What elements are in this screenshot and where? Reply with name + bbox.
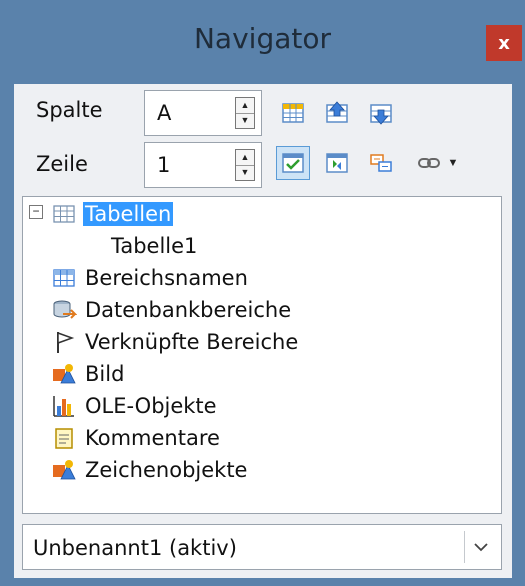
row-value[interactable]: 1 xyxy=(157,153,170,177)
end-button[interactable] xyxy=(364,96,398,130)
tree-item-label: Tabellen xyxy=(83,202,174,226)
close-button[interactable]: x xyxy=(486,25,522,61)
row-label: Zeile xyxy=(36,152,88,176)
document-select-dropdown-button[interactable] xyxy=(464,531,497,563)
column-increment-button[interactable]: ▲ xyxy=(236,98,254,114)
table-icon xyxy=(53,205,75,223)
drawing-objects-icon xyxy=(53,460,76,480)
tree-item-label: Verknüpfte Bereiche xyxy=(85,330,299,354)
range-names-icon xyxy=(53,269,75,287)
content-view-button[interactable] xyxy=(276,146,310,180)
data-range-button[interactable] xyxy=(276,96,310,130)
tree-item-label: Datenbankbereiche xyxy=(85,298,292,322)
link-icon xyxy=(417,158,440,168)
tree-item-sheet1[interactable]: Tabelle1 xyxy=(103,231,199,261)
linked-area-flag-icon xyxy=(57,331,75,353)
close-icon: x xyxy=(498,32,510,54)
drag-mode-button[interactable]: ▼ xyxy=(410,146,464,180)
tree-item-label: Bild xyxy=(85,362,125,386)
tree-item-database-ranges[interactable]: Datenbankbereiche xyxy=(51,295,293,325)
tree-item-label: Zeichenobjekte xyxy=(85,458,248,482)
row-spin-arrows: ▲ ▼ xyxy=(235,149,255,181)
navigator-window: Navigator x Spalte A ▲ ▼ Zeile 1 ▲ ▼ ▼ −… xyxy=(0,0,525,586)
arrow-down-icon xyxy=(370,104,392,125)
content-check-icon xyxy=(282,153,304,173)
tree-item-ole-objects[interactable]: OLE-Objekte xyxy=(51,391,219,421)
comment-icon xyxy=(55,428,73,449)
chevron-down-icon: ▼ xyxy=(447,157,459,169)
tree-item-label: Kommentare xyxy=(85,426,220,450)
scenarios-button[interactable] xyxy=(364,146,398,180)
content-tree[interactable]: − Tabellen Tabelle1 Bereichsnamen Datenb… xyxy=(22,196,502,514)
chevron-down-icon xyxy=(474,543,488,552)
tree-item-range-names[interactable]: Bereichsnamen xyxy=(51,263,250,293)
database-range-icon xyxy=(53,300,77,319)
window-title: Navigator xyxy=(193,22,331,55)
tree-item-comments[interactable]: Kommentare xyxy=(51,423,222,453)
row-spinbox[interactable]: 1 ▲ ▼ xyxy=(144,142,262,188)
collapse-toggle[interactable]: − xyxy=(29,205,43,219)
column-spinbox[interactable]: A ▲ ▼ xyxy=(144,90,262,136)
column-spin-arrows: ▲ ▼ xyxy=(235,97,255,129)
tree-item-label: Tabelle1 xyxy=(111,234,198,258)
title-bar[interactable]: Navigator x xyxy=(0,0,525,84)
toggle-icon xyxy=(326,153,348,173)
toggle-button[interactable] xyxy=(320,146,354,180)
tree-item-label: OLE-Objekte xyxy=(85,394,217,418)
column-value[interactable]: A xyxy=(157,101,171,125)
ole-chart-icon xyxy=(53,396,74,417)
data-range-icon xyxy=(282,103,304,123)
scenarios-icon xyxy=(370,154,392,172)
row-increment-button[interactable]: ▲ xyxy=(236,150,254,166)
column-label: Spalte xyxy=(36,98,103,122)
document-select-value: Unbenannt1 (aktiv) xyxy=(33,536,237,560)
tree-item-label: Bereichsnamen xyxy=(85,266,248,290)
tree-item-image[interactable]: Bild xyxy=(51,359,126,389)
arrow-up-icon xyxy=(326,101,348,123)
column-decrement-button[interactable]: ▼ xyxy=(236,113,254,128)
tree-item-linked-areas[interactable]: Verknüpfte Bereiche xyxy=(51,327,300,357)
image-icon xyxy=(53,364,76,384)
document-select[interactable]: Unbenannt1 (aktiv) xyxy=(22,524,502,570)
tree-item-drawing-objects[interactable]: Zeichenobjekte xyxy=(51,455,249,485)
start-button[interactable] xyxy=(320,96,354,130)
row-decrement-button[interactable]: ▼ xyxy=(236,165,254,180)
tree-item-tables[interactable]: Tabellen xyxy=(51,199,174,229)
